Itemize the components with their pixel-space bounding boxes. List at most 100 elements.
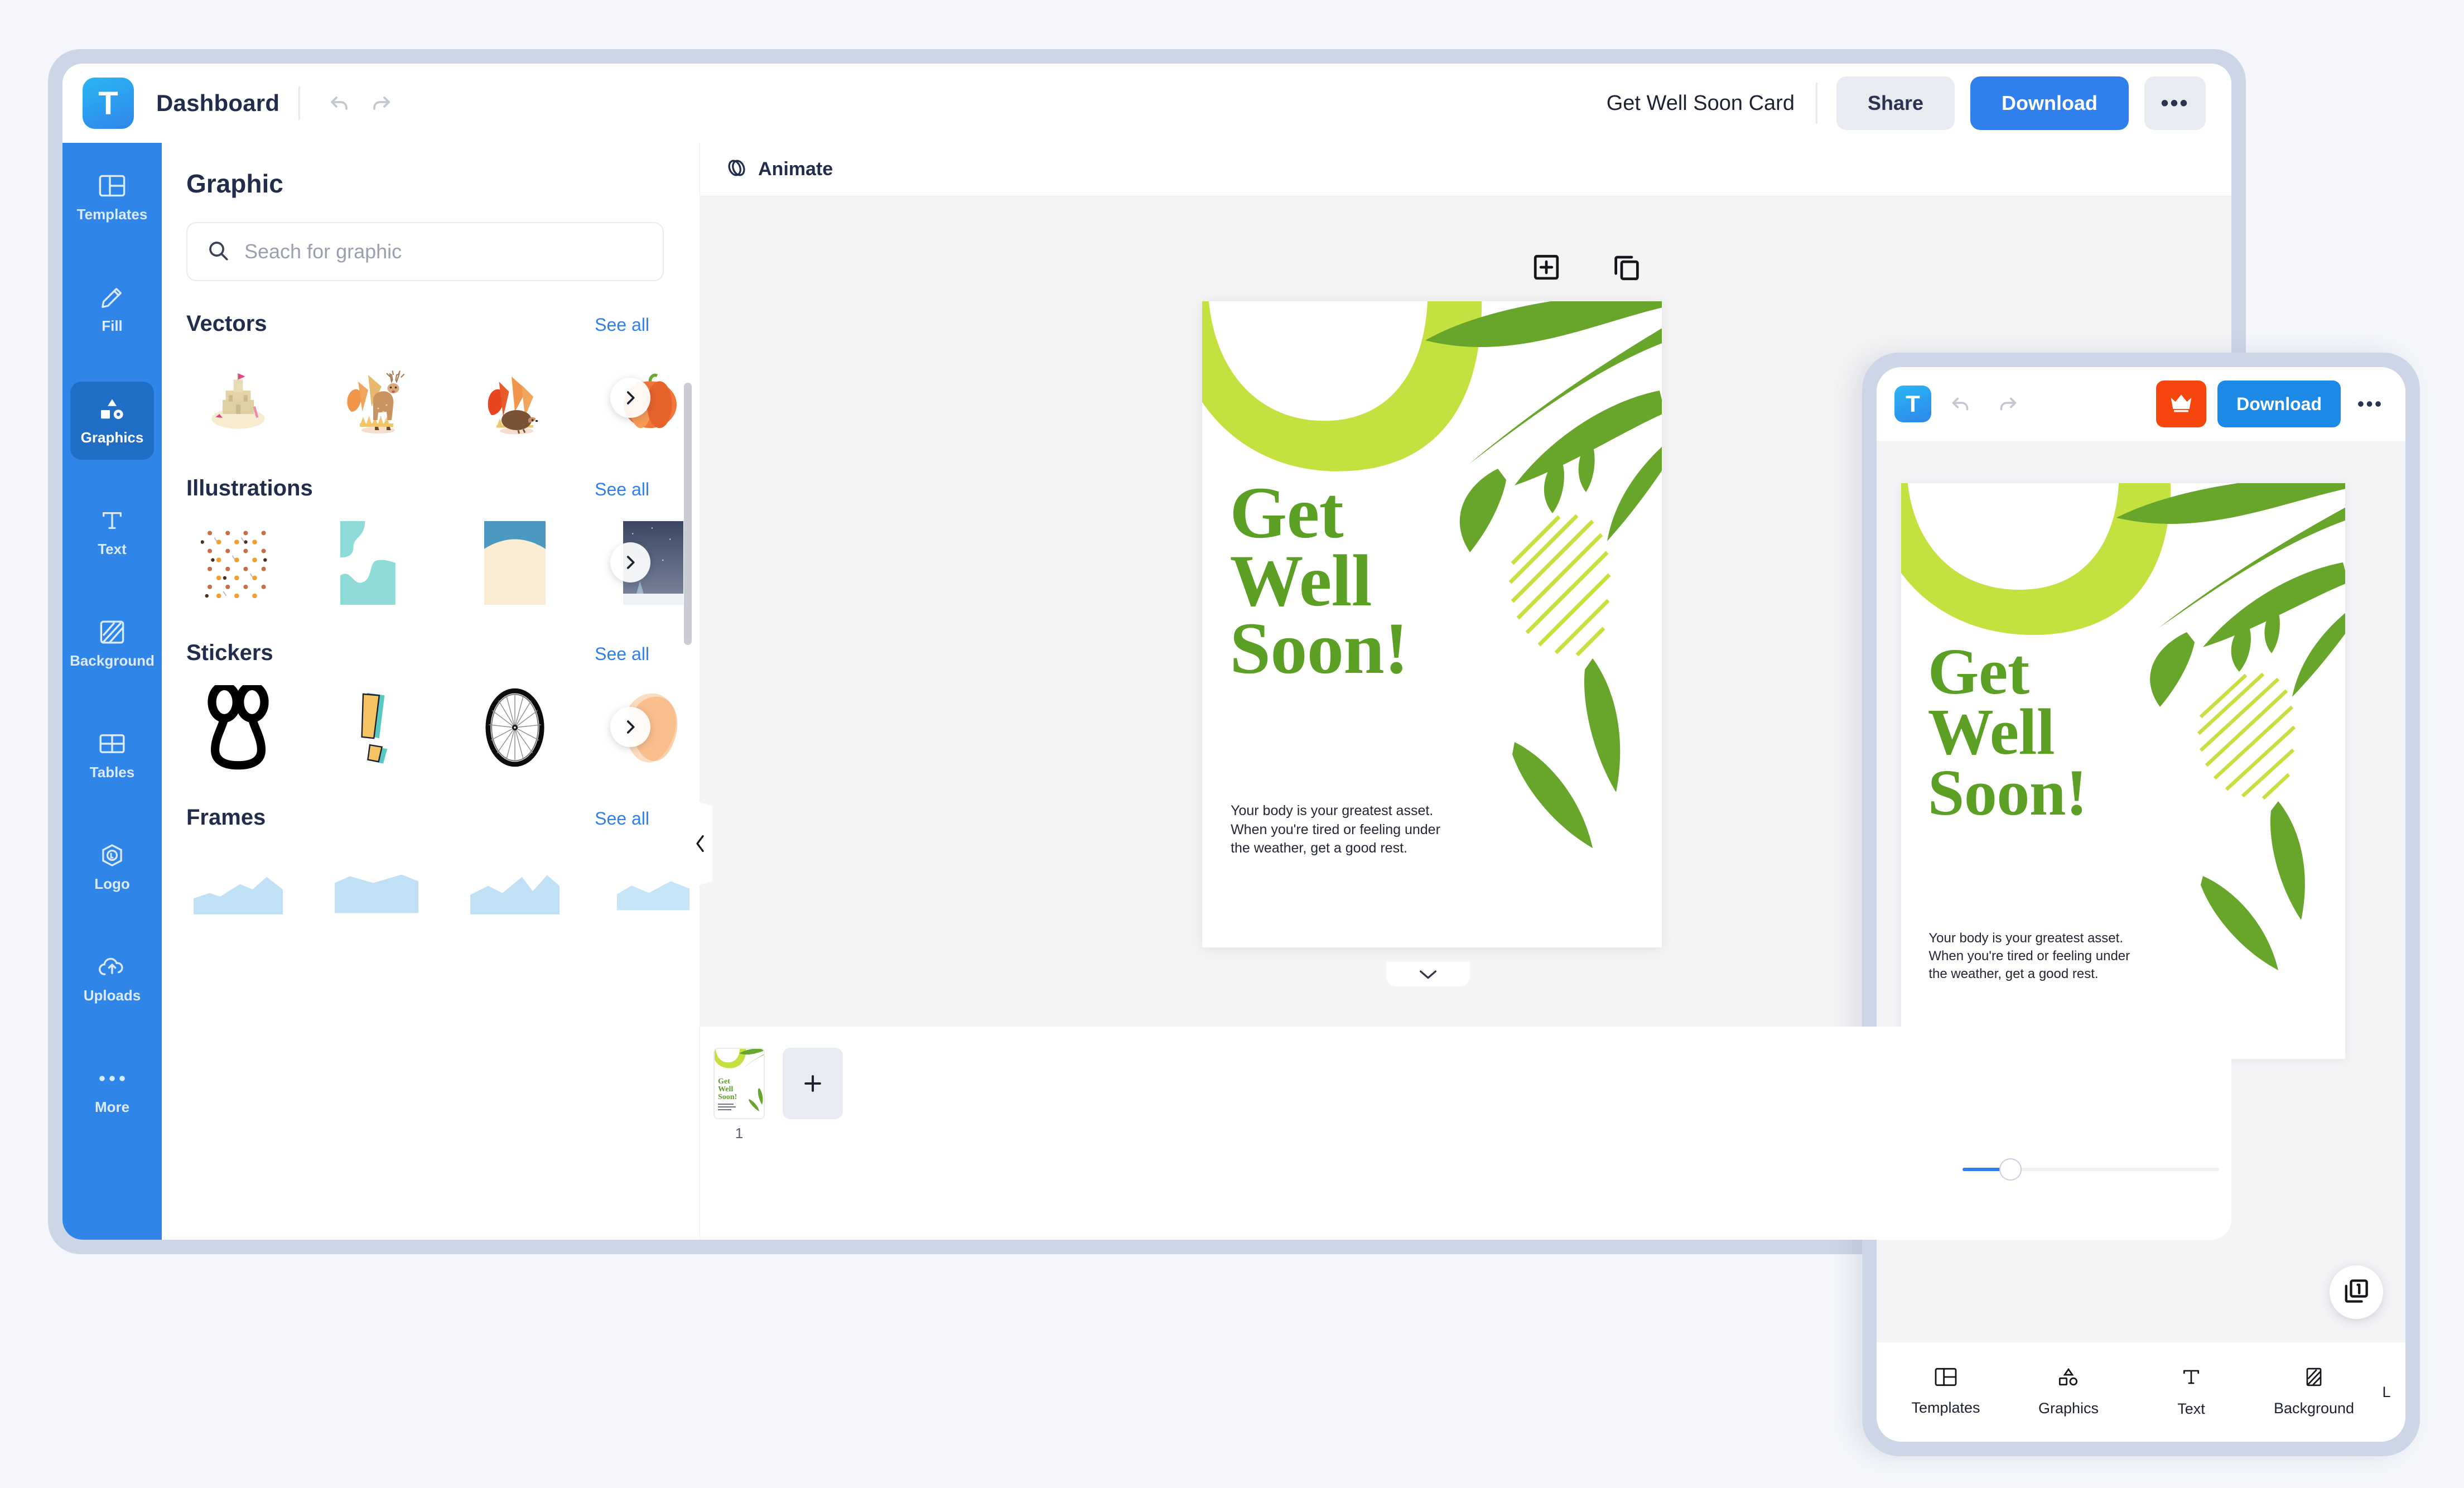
tab-label: Templates bbox=[1911, 1399, 1980, 1416]
body-line-3: the weather, get a good rest. bbox=[1928, 966, 2099, 982]
sidebar-item-background[interactable]: Background bbox=[70, 605, 155, 683]
card-headline: Get Well Soon! bbox=[1229, 476, 1515, 685]
svg-text:Get: Get bbox=[718, 1077, 730, 1086]
tab-label: Text bbox=[2177, 1400, 2205, 1417]
page-number: 1 bbox=[735, 1125, 744, 1142]
app-logo-icon[interactable]: T bbox=[83, 78, 134, 129]
app-logo-icon[interactable]: T bbox=[1894, 386, 1931, 422]
table-grid-icon bbox=[99, 730, 126, 757]
section-frames: Frames See all bbox=[186, 805, 689, 940]
thumbnail-autumn-deer[interactable] bbox=[325, 352, 428, 445]
sidebar-item-tables[interactable]: Tables bbox=[70, 716, 154, 794]
text-t-icon bbox=[2181, 1366, 2202, 1390]
duplicate-icon[interactable] bbox=[1612, 252, 1642, 285]
sidebar-item-graphics[interactable]: Graphics bbox=[70, 382, 154, 460]
document-title[interactable]: Get Well Soon Card bbox=[1607, 92, 1795, 115]
headline-line-1: Get bbox=[1927, 634, 2029, 708]
sidebar-label: Uploads bbox=[83, 986, 141, 1004]
panel-title: Graphic bbox=[186, 169, 283, 198]
body-line-3: the weather, get a good rest. bbox=[1231, 840, 1407, 856]
hatched-square-icon bbox=[2303, 1367, 2325, 1390]
thumbnail-frame-1[interactable] bbox=[186, 846, 290, 938]
add-square-icon[interactable] bbox=[1531, 252, 1561, 285]
share-button[interactable]: Share bbox=[1836, 76, 1955, 130]
shapes-icon bbox=[2057, 1367, 2080, 1390]
thumbnail-row bbox=[186, 516, 688, 610]
next-arrow-stickers[interactable] bbox=[610, 707, 650, 747]
sidebar-item-uploads[interactable]: Uploads bbox=[70, 940, 154, 1018]
graphics-panel: Graphic Vectors See all bbox=[162, 143, 700, 1240]
sidebar-item-text[interactable]: Text bbox=[70, 493, 154, 571]
add-page-button[interactable] bbox=[783, 1048, 843, 1119]
search-input[interactable] bbox=[244, 240, 644, 263]
undo-icon[interactable] bbox=[319, 83, 360, 124]
more-options-button[interactable]: ••• bbox=[2144, 76, 2206, 130]
sidebar-label: Fill bbox=[102, 317, 123, 334]
animate-button[interactable]: Animate bbox=[758, 158, 833, 180]
thumbnail-leaf-pattern[interactable] bbox=[186, 517, 290, 609]
sidebar-item-logo[interactable]: Logo bbox=[70, 828, 154, 906]
next-arrow-illustrations[interactable] bbox=[610, 542, 650, 582]
tab-templates[interactable]: Templates bbox=[1884, 1367, 2007, 1417]
thumbnail-frame-2[interactable] bbox=[325, 846, 428, 938]
redo-icon[interactable] bbox=[360, 83, 402, 124]
collapse-canvas-button[interactable] bbox=[1386, 962, 1470, 986]
download-button[interactable]: Download bbox=[2217, 381, 2341, 427]
hexagon-l-icon bbox=[99, 842, 125, 869]
body-line-2: When you're tired or feeling under bbox=[1231, 821, 1440, 837]
mobile-screen: T Download ••• Get Well Soon! Your body … bbox=[1877, 367, 2405, 1442]
design-canvas-card[interactable]: Get Well Soon! Your body is your greates… bbox=[1202, 301, 1662, 947]
templates-icon bbox=[1935, 1367, 1957, 1389]
download-button[interactable]: Download bbox=[1970, 76, 2129, 130]
see-all-link[interactable]: See all bbox=[595, 808, 649, 829]
thumbnail-abstract-waves[interactable] bbox=[325, 517, 428, 609]
zoom-slider[interactable] bbox=[1962, 1158, 2219, 1181]
see-all-link[interactable]: See all bbox=[595, 479, 649, 500]
redo-icon[interactable] bbox=[1990, 387, 2025, 421]
upgrade-crown-button[interactable] bbox=[2156, 381, 2207, 427]
thumbnail-beach-sand[interactable] bbox=[463, 517, 567, 609]
sidebar-label: Graphics bbox=[80, 428, 144, 446]
animate-shapes-icon bbox=[725, 156, 748, 182]
more-options-button[interactable]: ••• bbox=[2350, 381, 2391, 427]
layers-button[interactable] bbox=[2330, 1265, 2383, 1319]
thumbnail-bicycle-wheel[interactable] bbox=[463, 681, 567, 774]
sidebar-label: Tables bbox=[89, 763, 135, 781]
next-arrow-vectors[interactable] bbox=[610, 378, 650, 418]
section-illustrations: Illustrations See all bbox=[186, 476, 688, 610]
thumbnail-frame-3[interactable] bbox=[463, 846, 567, 938]
search-box[interactable] bbox=[186, 222, 664, 281]
cloud-upload-icon bbox=[98, 954, 127, 980]
section-title: Vectors bbox=[186, 311, 267, 336]
sidebar-item-more[interactable]: More bbox=[70, 1051, 154, 1129]
page-strip: Get Well Soon! 1 bbox=[700, 1027, 2231, 1240]
ellipsis-icon bbox=[98, 1065, 127, 1092]
design-canvas-card[interactable]: Get Well Soon! Your body is your greates… bbox=[1901, 483, 2345, 1059]
sidebar-label: Background bbox=[70, 652, 155, 669]
left-nav-rail: Templates Fill Graphics Text Background … bbox=[62, 143, 162, 1240]
tab-logo-partial[interactable]: L bbox=[2375, 1384, 2398, 1401]
thumbnail-hedgehog-leaves[interactable] bbox=[463, 352, 567, 445]
sidebar-item-fill[interactable]: Fill bbox=[70, 270, 154, 348]
section-title: Frames bbox=[186, 805, 266, 830]
sidebar-item-templates[interactable]: Templates bbox=[70, 158, 154, 237]
tab-background[interactable]: Background bbox=[2253, 1367, 2375, 1417]
page-thumbnail-1[interactable]: Get Well Soon! bbox=[713, 1048, 765, 1119]
tab-graphics[interactable]: Graphics bbox=[2007, 1367, 2130, 1417]
section-title: Illustrations bbox=[186, 476, 313, 500]
sidebar-label: Logo bbox=[94, 875, 130, 892]
tab-label: L bbox=[2382, 1383, 2391, 1400]
panel-collapse-button[interactable] bbox=[688, 799, 712, 888]
thumbnail-scissors[interactable] bbox=[186, 681, 290, 774]
thumbnail-exclamation-sticker[interactable] bbox=[325, 681, 428, 774]
screenshot-root: T Dashboard Get Well Soon Card Share Dow… bbox=[0, 0, 2464, 1488]
thumbnail-sandcastle[interactable] bbox=[186, 352, 290, 445]
dashboard-link[interactable]: Dashboard bbox=[156, 90, 279, 117]
see-all-link[interactable]: See all bbox=[595, 315, 649, 335]
zoom-slider-handle[interactable] bbox=[1999, 1158, 2022, 1181]
undo-icon[interactable] bbox=[1944, 387, 1978, 421]
see-all-link[interactable]: See all bbox=[595, 644, 649, 664]
tab-text[interactable]: Text bbox=[2130, 1366, 2253, 1418]
section-header: Vectors See all bbox=[186, 311, 649, 336]
panel-scrollbar[interactable] bbox=[684, 383, 692, 645]
